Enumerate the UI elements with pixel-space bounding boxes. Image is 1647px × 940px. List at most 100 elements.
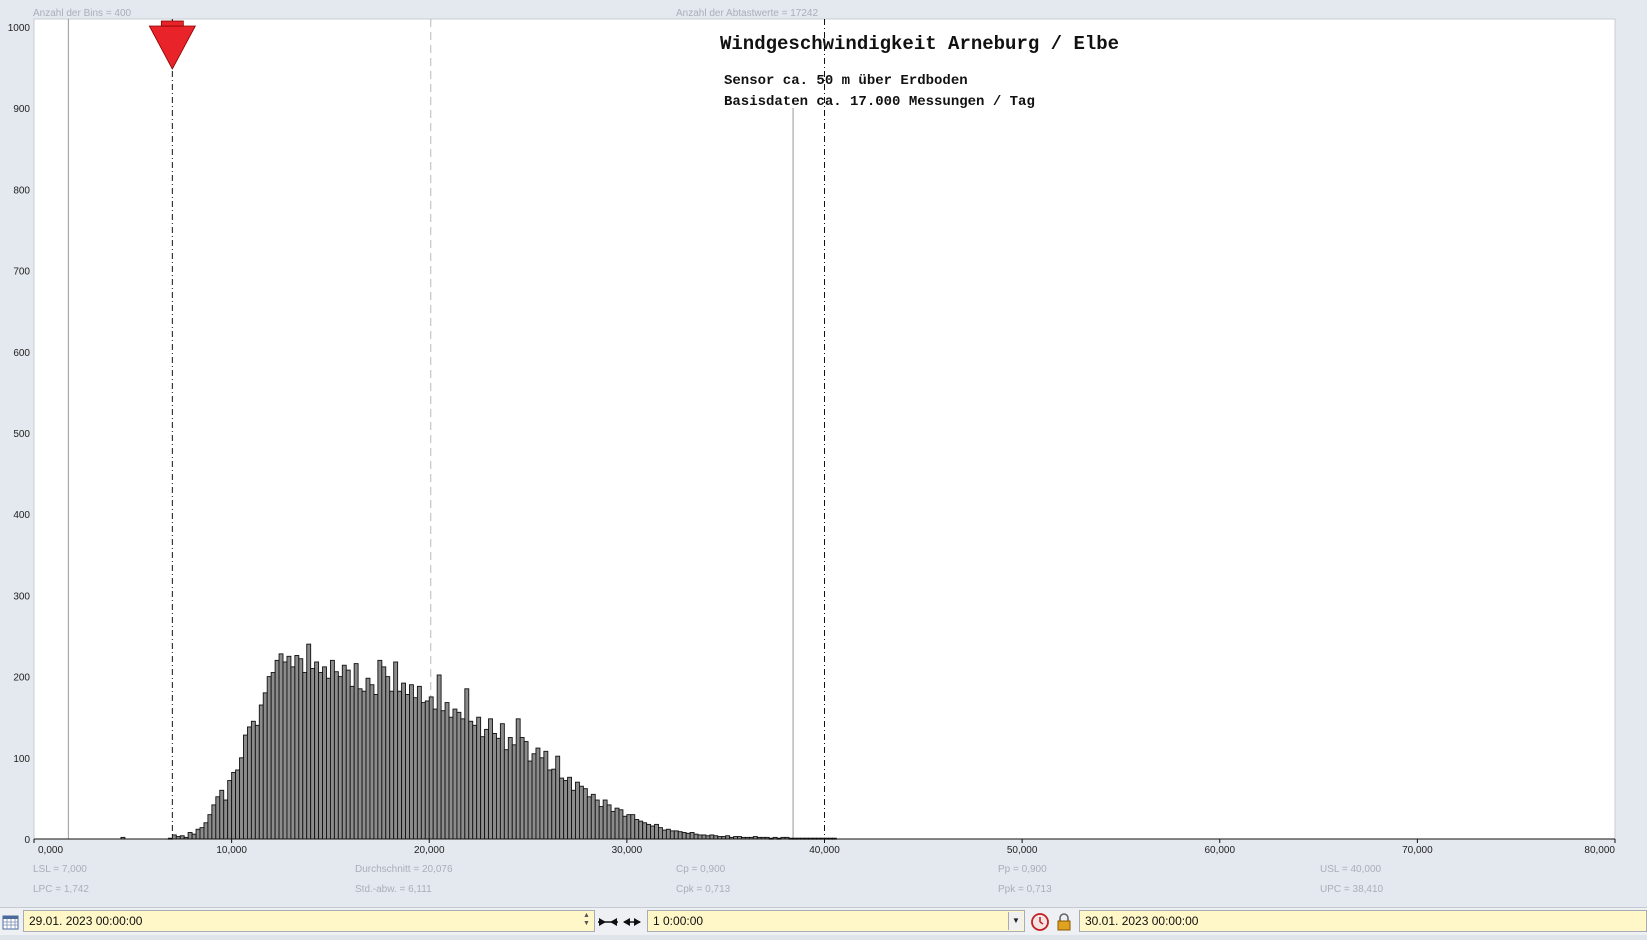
histogram-bar bbox=[227, 780, 233, 840]
end-datetime-input[interactable]: 30.01. 2023 00:00:00 bbox=[1079, 910, 1647, 932]
histogram-bar bbox=[278, 653, 284, 840]
histogram-bar bbox=[266, 676, 272, 840]
marker-handle[interactable] bbox=[160, 20, 184, 27]
histogram-bar bbox=[488, 718, 493, 840]
stat-mean: Durchschnitt = 20,076 bbox=[355, 864, 453, 875]
histogram-bar bbox=[239, 757, 244, 840]
x-tick-label: 20,000 bbox=[414, 845, 445, 856]
histogram-bar bbox=[495, 737, 501, 840]
stat-pp: Pp = 0,900 bbox=[998, 864, 1047, 875]
histogram-bar bbox=[586, 796, 592, 840]
histogram-bar bbox=[622, 815, 628, 840]
histogram-bar bbox=[428, 696, 434, 840]
histogram-bar bbox=[610, 810, 616, 840]
histogram-bar bbox=[476, 716, 482, 840]
clock-icon[interactable] bbox=[1030, 912, 1050, 932]
histogram-bar bbox=[658, 827, 663, 840]
histogram-bar bbox=[333, 671, 339, 840]
histogram-bar bbox=[697, 834, 703, 840]
chart-title: Windgeschwindigkeit Arneburg / Elbe bbox=[720, 33, 1119, 55]
histogram-bar bbox=[484, 728, 489, 840]
time-toolbar: 29.01. 2023 00:00:00 ▲ ▼ 1 0:00:00 ▼ 30.0… bbox=[0, 907, 1647, 936]
histogram-bar bbox=[594, 799, 600, 840]
histogram-bar bbox=[322, 666, 327, 840]
histogram-bar bbox=[393, 661, 399, 840]
histogram-bar bbox=[389, 690, 395, 840]
histogram-bar bbox=[432, 708, 438, 840]
histogram-bar bbox=[555, 755, 561, 840]
histogram-bar bbox=[677, 831, 683, 840]
histogram-bar bbox=[602, 799, 608, 840]
start-datetime-input[interactable]: 29.01. 2023 00:00:00 ▲ ▼ bbox=[23, 910, 595, 932]
y-tick-label: 900 bbox=[13, 104, 30, 115]
histogram-bar bbox=[314, 661, 320, 840]
histogram-bar bbox=[203, 822, 209, 840]
x-tick-label: 50,000 bbox=[1007, 845, 1038, 856]
chevron-down-icon[interactable]: ▼ bbox=[1008, 912, 1023, 930]
histogram-bar bbox=[551, 768, 557, 840]
histogram-bar bbox=[685, 832, 691, 840]
histogram-bar bbox=[709, 834, 715, 840]
histogram-bar bbox=[420, 702, 426, 840]
histogram-bar bbox=[262, 692, 268, 840]
histogram-bar bbox=[357, 688, 363, 840]
stat-lpc: LPC = 1,742 bbox=[33, 884, 89, 895]
interval-select[interactable]: 1 0:00:00 ▼ bbox=[647, 910, 1025, 932]
histogram-bar bbox=[492, 732, 497, 840]
histogram-bar bbox=[582, 788, 588, 840]
histogram-bar bbox=[539, 757, 545, 840]
histogram-bar bbox=[511, 744, 517, 840]
histogram-bar bbox=[171, 834, 177, 840]
histogram-bar bbox=[701, 834, 707, 840]
histogram-bar bbox=[211, 804, 217, 840]
histogram-bar bbox=[377, 659, 383, 840]
histogram-bar bbox=[515, 718, 521, 840]
histogram-bar bbox=[531, 753, 537, 840]
histogram-bar bbox=[258, 704, 264, 840]
x-tick-label: 0,000 bbox=[38, 845, 63, 856]
histogram-bar bbox=[310, 668, 316, 840]
histogram-bar bbox=[642, 822, 648, 840]
histogram-bar bbox=[523, 741, 529, 840]
histogram-bar bbox=[329, 659, 335, 840]
histogram-bar bbox=[353, 663, 359, 840]
stat-lsl: LSL = 7,000 bbox=[33, 864, 87, 875]
y-tick-label: 500 bbox=[13, 429, 30, 440]
calendar-icon[interactable] bbox=[1, 912, 21, 932]
histogram-bar bbox=[405, 694, 410, 840]
histogram-bar bbox=[661, 829, 667, 840]
histogram-bar bbox=[361, 690, 367, 840]
start-spinner[interactable]: ▲ ▼ bbox=[580, 912, 593, 930]
histogram-bar bbox=[401, 682, 406, 840]
histogram-bar bbox=[199, 827, 205, 840]
y-tick-label: 400 bbox=[13, 510, 30, 521]
start-datetime-value: 29.01. 2023 00:00:00 bbox=[29, 914, 143, 928]
histogram-bar bbox=[337, 676, 343, 840]
histogram-bar bbox=[543, 750, 549, 840]
histogram-bar bbox=[424, 700, 430, 840]
histogram-bar bbox=[480, 736, 486, 840]
stat-cpk: Cpk = 0,713 bbox=[676, 884, 731, 895]
histogram-bar bbox=[373, 694, 379, 840]
histogram-bar bbox=[499, 723, 505, 840]
collapse-arrows-icon[interactable] bbox=[598, 912, 618, 932]
histogram-bar bbox=[250, 720, 256, 840]
histogram-bar bbox=[614, 807, 620, 840]
histogram-bar bbox=[274, 659, 280, 840]
y-axis-ticks: 0 100 200 300 400 500 600 700 800 900 1000 bbox=[8, 23, 31, 846]
histogram-bar bbox=[412, 697, 418, 840]
y-tick-label: 100 bbox=[13, 754, 30, 765]
lock-icon[interactable] bbox=[1054, 912, 1074, 932]
x-tick-label: 70,000 bbox=[1402, 845, 1433, 856]
histogram-bar bbox=[416, 685, 422, 840]
expand-arrows-icon[interactable] bbox=[622, 912, 642, 932]
histogram-bar bbox=[187, 832, 193, 840]
histogram-bar bbox=[349, 685, 355, 840]
histogram-bar bbox=[448, 716, 454, 840]
histogram-bar bbox=[381, 666, 387, 840]
histogram-bar bbox=[681, 832, 687, 840]
histogram-bar bbox=[409, 684, 414, 840]
histogram-bar bbox=[472, 724, 478, 840]
histogram-bar bbox=[282, 661, 288, 840]
y-tick-label: 700 bbox=[13, 267, 30, 278]
